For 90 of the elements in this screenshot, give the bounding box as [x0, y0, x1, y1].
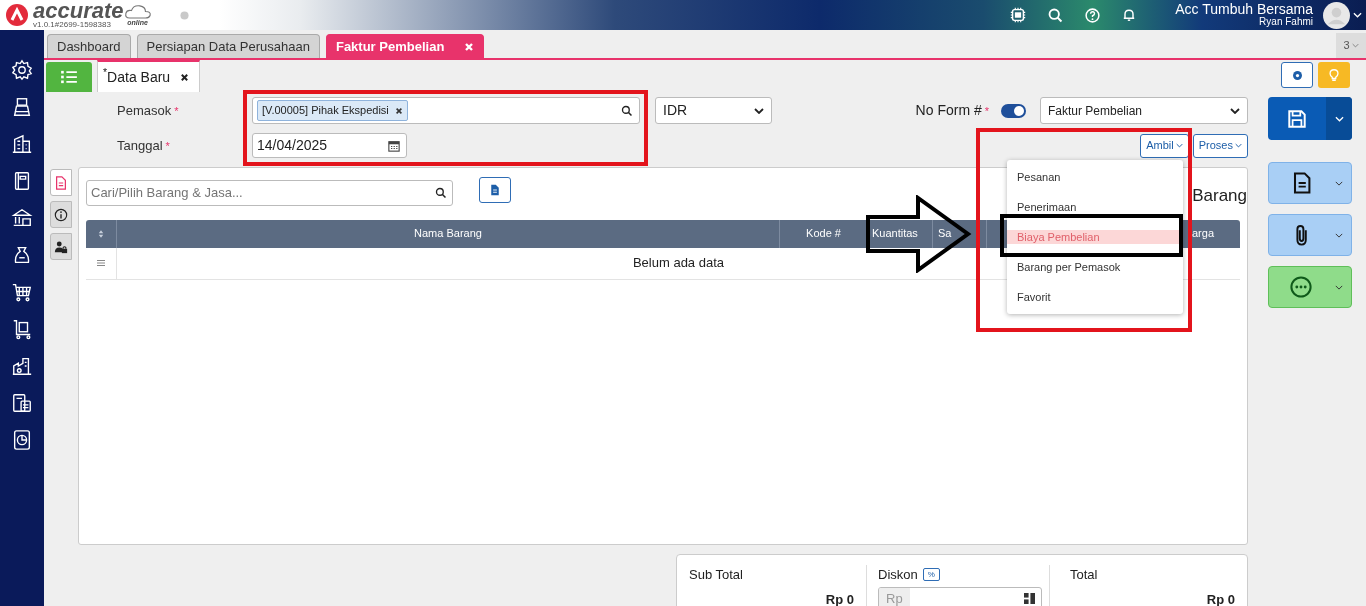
remove-icon[interactable] — [394, 106, 403, 115]
currency-prefix: Rp — [879, 587, 910, 606]
cash-register-icon[interactable] — [11, 95, 33, 119]
field-label: Pemasok — [117, 102, 172, 118]
user-lock-icon — [54, 239, 68, 254]
form-type-select[interactable]: Faktur Pembelian — [1040, 97, 1248, 124]
caret-icon — [1335, 180, 1343, 186]
settings-icon[interactable] — [11, 58, 33, 82]
caret-icon — [1351, 43, 1359, 48]
summary-label: Total — [1070, 566, 1099, 584]
required-mark: * — [165, 139, 170, 152]
sort-icon[interactable] — [98, 228, 104, 239]
caret-icon[interactable] — [1353, 12, 1362, 18]
column-header: Kode # — [780, 219, 868, 248]
cloud-icon — [123, 4, 152, 19]
tab-count[interactable]: 3 — [1336, 33, 1366, 58]
item-search-field[interactable]: Cari/Pilih Barang & Jasa... — [86, 179, 453, 206]
column-header: Kuantitas — [868, 219, 933, 248]
toggle-switch[interactable] — [1001, 103, 1026, 118]
version-text: v1.0.1#2699-1598383 — [33, 21, 112, 29]
menu-item[interactable]: Barang per Pemasok — [1007, 260, 1183, 274]
search-icon[interactable] — [435, 186, 447, 199]
field-label: Tanggal — [117, 137, 163, 153]
action-button[interactable]: Ambil — [1140, 133, 1189, 158]
document-icon — [489, 184, 501, 196]
empty-message: Belum ada data — [632, 254, 725, 273]
more-icon — [1289, 275, 1313, 299]
attachment-button[interactable] — [1268, 214, 1352, 256]
list-icon — [60, 70, 78, 84]
caret-icon — [1230, 107, 1240, 114]
caret-icon — [1175, 143, 1183, 148]
tab[interactable]: Dashboard — [47, 34, 131, 58]
building-icon[interactable] — [11, 132, 33, 156]
menu-item[interactable]: Favorit — [1007, 290, 1183, 304]
logo-text: accurate — [33, 1, 124, 21]
trolley-icon[interactable] — [11, 317, 33, 341]
caret-icon — [1334, 115, 1344, 122]
search-icon[interactable] — [621, 104, 633, 117]
drag-handle-icon[interactable] — [96, 259, 106, 267]
lightbulb-icon — [1327, 68, 1341, 82]
dot-icon — [179, 10, 189, 20]
required-mark: * — [984, 105, 989, 117]
menu-item[interactable]: Penerimaan — [1007, 200, 1183, 214]
info-icon — [54, 207, 68, 222]
date-field[interactable]: 14/04/2025 — [252, 133, 407, 158]
menu-item[interactable]: Pesanan — [1007, 170, 1183, 184]
document-button[interactable] — [479, 177, 511, 203]
tax-document-icon[interactable] — [11, 391, 33, 415]
tab[interactable]: Faktur Pembelian — [325, 34, 485, 58]
calculator-icon[interactable] — [1024, 593, 1035, 604]
currency-select[interactable]: IDR — [655, 97, 772, 124]
caret-icon — [1235, 143, 1242, 148]
settings-button[interactable] — [1281, 62, 1313, 88]
save-button[interactable] — [1268, 97, 1352, 140]
summary-value: Rp 0 — [825, 590, 854, 606]
side-tab[interactable] — [50, 233, 72, 260]
report-icon[interactable] — [11, 428, 33, 452]
user-name: Ryan Fahmi — [1259, 17, 1313, 28]
close-icon[interactable] — [180, 72, 190, 82]
avatar-icon[interactable] — [1323, 1, 1350, 29]
supplier-tag[interactable]: [V.00005] Pihak Ekspedisi — [257, 100, 408, 121]
company-name: Acc Tumbuh Bersama — [1175, 2, 1313, 18]
settings-icon — [1290, 68, 1304, 82]
caret-icon — [1335, 232, 1343, 238]
side-tab[interactable] — [50, 201, 72, 228]
column-header: Sa — [933, 219, 987, 248]
print-button[interactable] — [1268, 162, 1352, 204]
document-tab[interactable]: $^{*}$Data Baru — [97, 60, 201, 92]
field-label: No Form # — [915, 102, 982, 118]
action-button[interactable]: Proses — [1192, 133, 1248, 158]
summary-label: Sub Total — [689, 566, 744, 584]
help-icon[interactable] — [1084, 6, 1102, 24]
calendar-icon[interactable] — [388, 139, 400, 152]
caret-icon — [754, 107, 764, 114]
supplier-field[interactable]: [V.00005] Pihak Ekspedisi — [252, 97, 640, 124]
summary-label: Diskon — [878, 566, 918, 584]
section-title: Barang — [1192, 185, 1247, 207]
column-header: arga — [1191, 226, 1216, 242]
summary-value: Rp 0 — [1206, 590, 1235, 606]
logo-icon — [5, 3, 29, 27]
list-button[interactable] — [46, 62, 92, 92]
chip-icon[interactable] — [1009, 6, 1028, 24]
tab[interactable]: Persiapan Data Perusahaan — [136, 34, 320, 58]
caret-icon — [1335, 284, 1343, 290]
document-icon — [54, 175, 68, 190]
column-header: Nama Barang — [117, 219, 780, 248]
required-mark: * — [174, 104, 179, 117]
save-icon — [1286, 107, 1308, 130]
percent-toggle[interactable]: % — [922, 568, 940, 582]
more-button[interactable] — [1268, 266, 1352, 308]
